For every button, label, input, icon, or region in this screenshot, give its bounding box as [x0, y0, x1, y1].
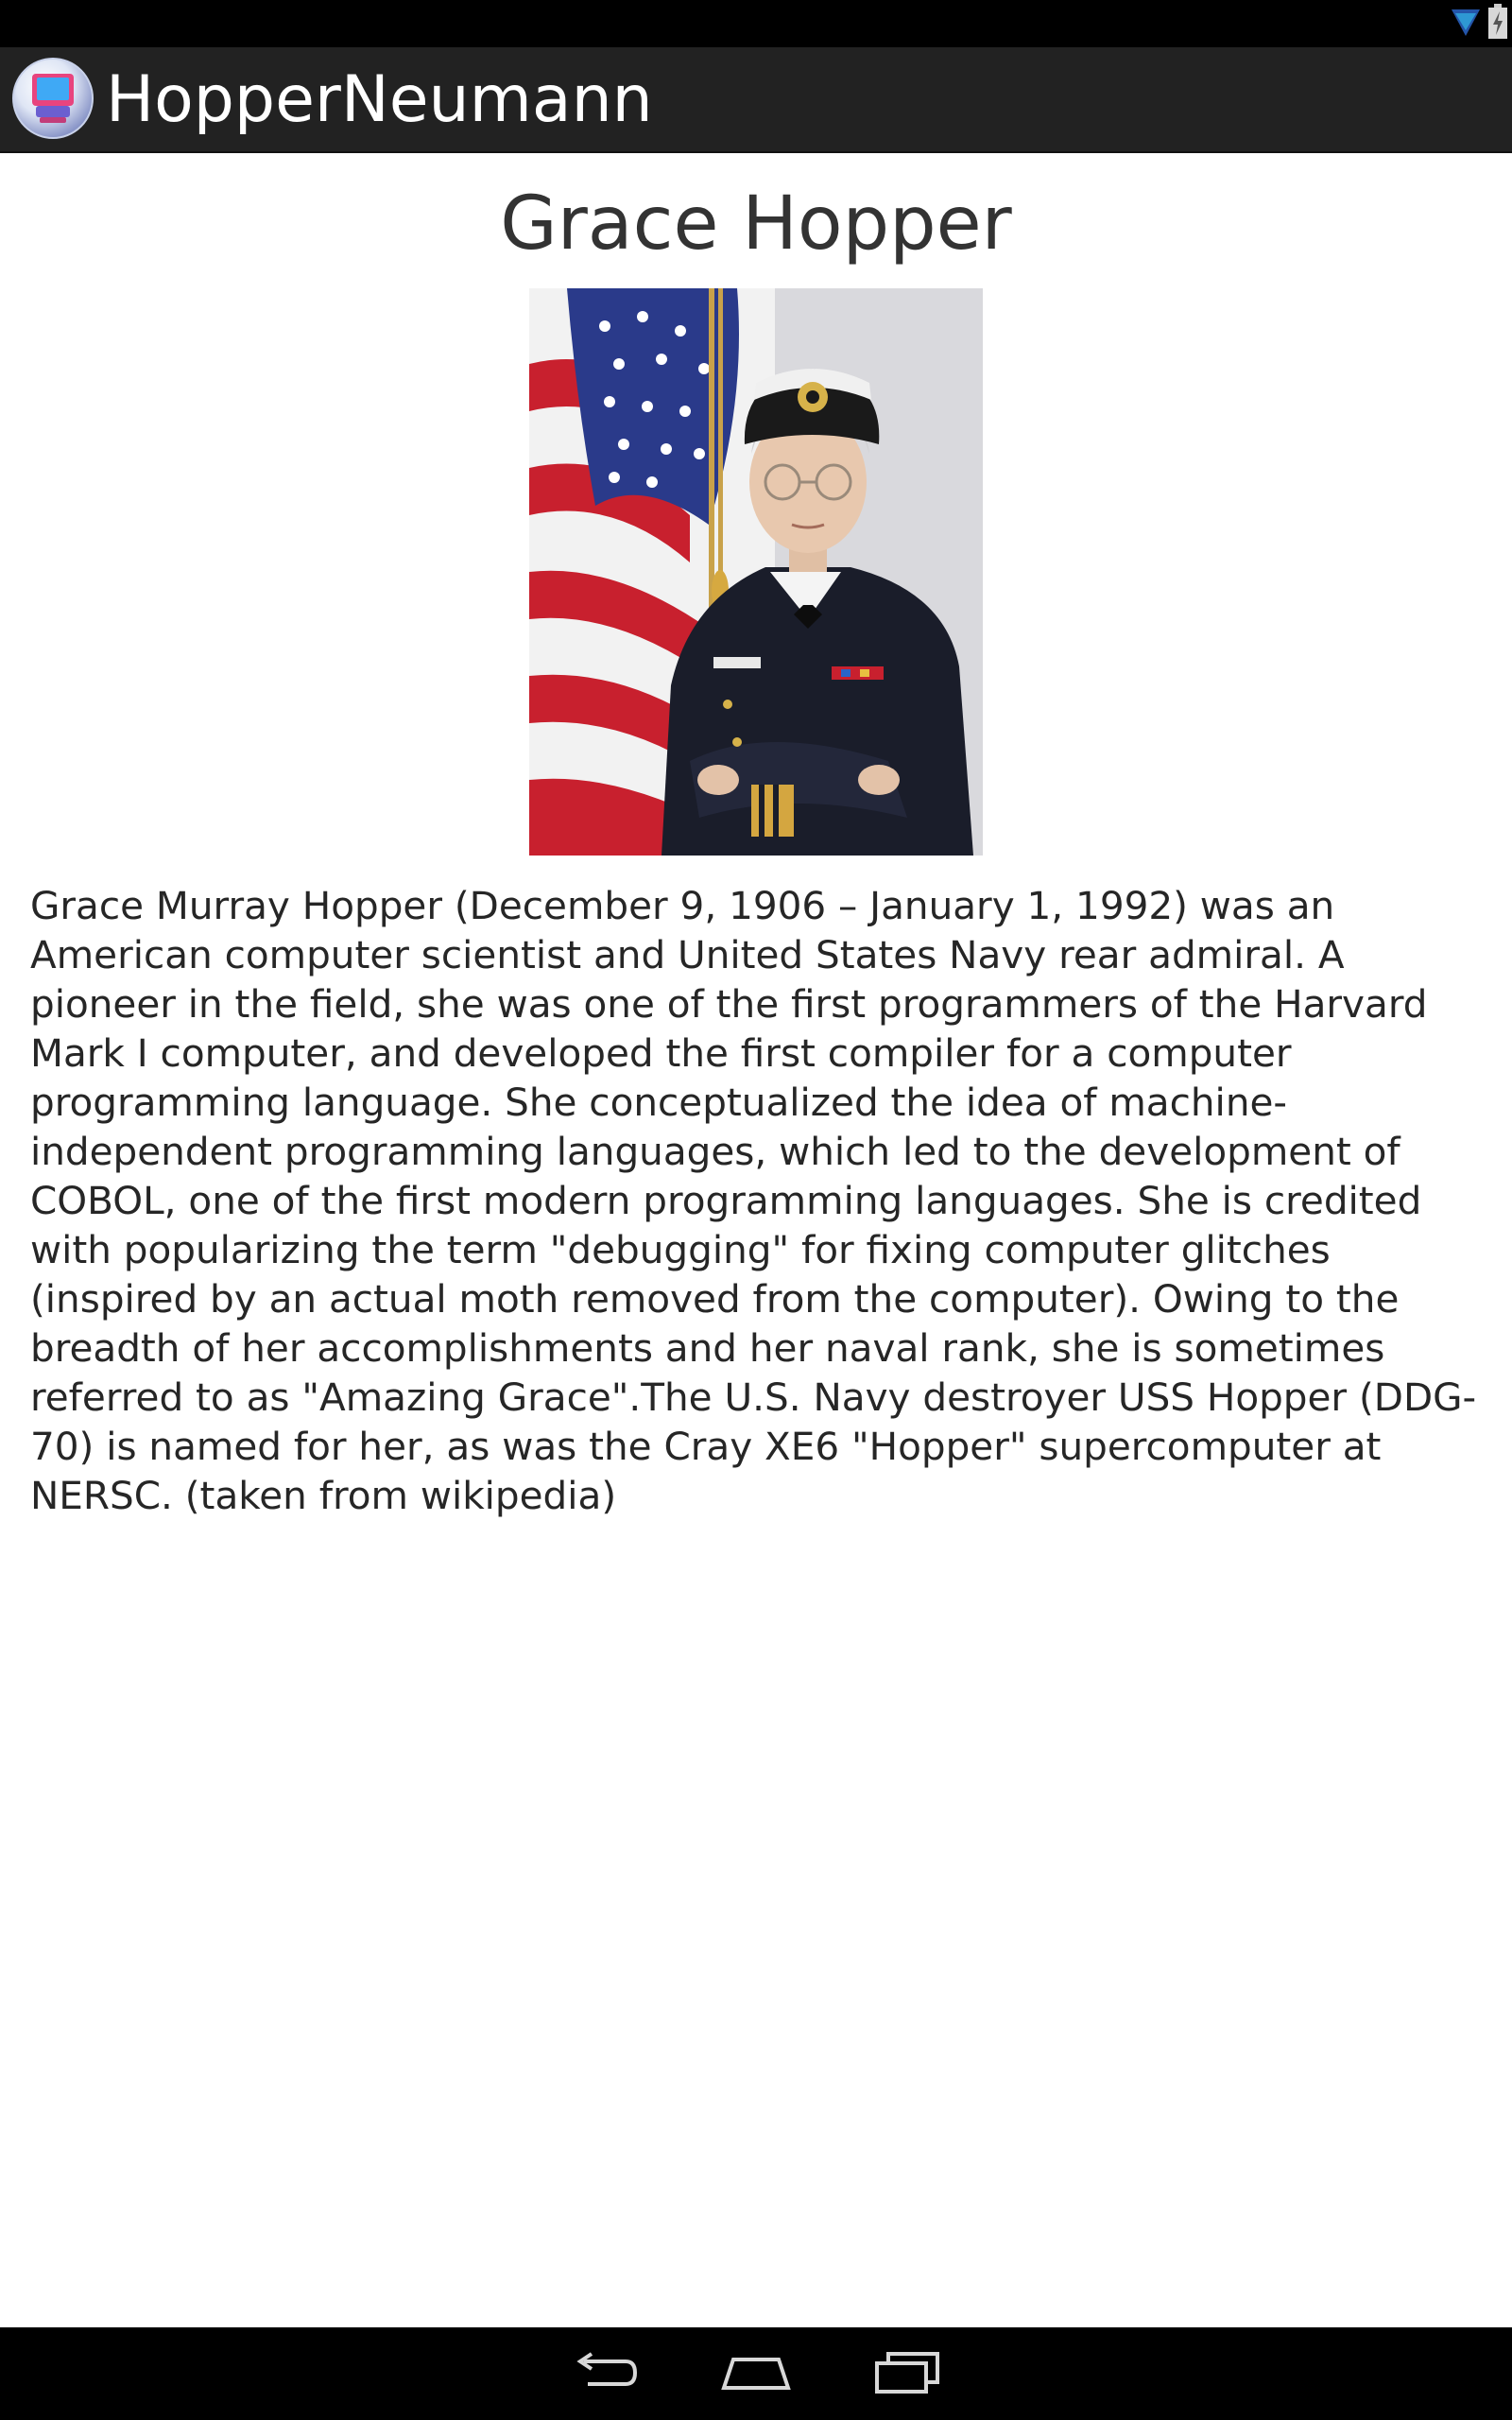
wifi-icon	[1450, 4, 1482, 42]
action-bar: HopperNeumann	[0, 47, 1512, 153]
battery-icon	[1487, 4, 1508, 43]
bio-paragraph: Grace Murray Hopper (December 9, 1906 – …	[30, 883, 1477, 1518]
recent-apps-icon	[873, 2352, 941, 2397]
person-name-heading: Grace Hopper	[500, 182, 1012, 267]
content-area: Grace Hopper Grace Murray Hopper (Decemb…	[0, 153, 1512, 2327]
portrait-image	[529, 288, 983, 856]
app-title: HopperNeumann	[106, 62, 653, 137]
back-button[interactable]	[562, 2346, 647, 2403]
home-icon	[720, 2354, 792, 2395]
app-computer-icon[interactable]	[11, 57, 94, 140]
navigation-bar	[0, 2327, 1512, 2420]
status-bar	[0, 0, 1512, 47]
back-icon	[571, 2352, 639, 2397]
home-button[interactable]	[713, 2346, 799, 2403]
recent-apps-button[interactable]	[865, 2346, 950, 2403]
status-icons	[1450, 4, 1508, 43]
